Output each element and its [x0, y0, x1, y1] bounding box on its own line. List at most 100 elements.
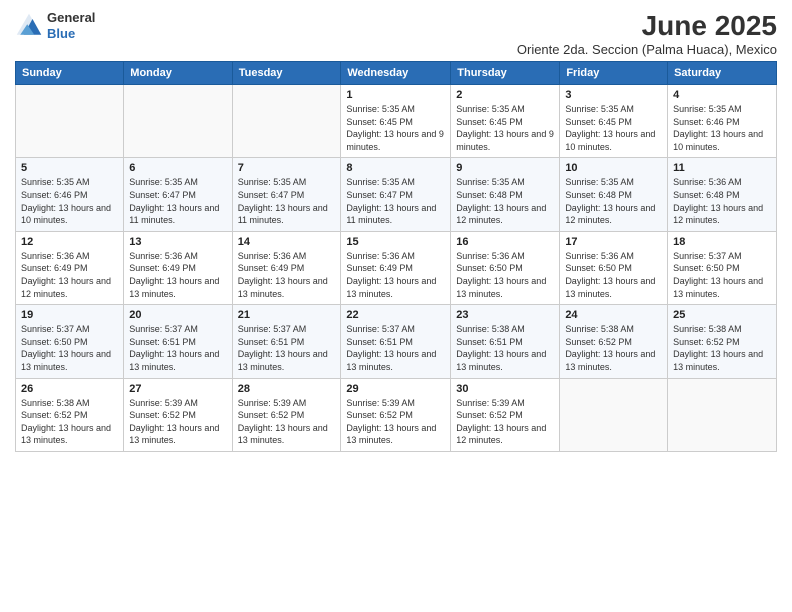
sunset: Sunset: 6:52 PM	[565, 337, 632, 347]
col-sunday: Sunday	[16, 62, 124, 85]
table-row: 5 Sunrise: 5:35 AM Sunset: 6:46 PM Dayli…	[16, 158, 777, 231]
sunrise: Sunrise: 5:35 AM	[565, 104, 634, 114]
day-info: Sunrise: 5:39 AM Sunset: 6:52 PM Dayligh…	[346, 397, 445, 447]
daylight: Daylight: 13 hours and 10 minutes.	[565, 129, 655, 152]
table-cell: 16 Sunrise: 5:36 AM Sunset: 6:50 PM Dayl…	[451, 231, 560, 304]
daylight: Daylight: 13 hours and 11 minutes.	[129, 203, 219, 226]
table-cell: 26 Sunrise: 5:38 AM Sunset: 6:52 PM Dayl…	[16, 378, 124, 451]
day-number: 7	[238, 162, 336, 174]
day-info: Sunrise: 5:39 AM Sunset: 6:52 PM Dayligh…	[456, 397, 554, 447]
table-row: 19 Sunrise: 5:37 AM Sunset: 6:50 PM Dayl…	[16, 305, 777, 378]
day-number: 10	[565, 162, 662, 174]
page: General Blue June 2025 Oriente 2da. Secc…	[0, 0, 792, 612]
table-cell: 28 Sunrise: 5:39 AM Sunset: 6:52 PM Dayl…	[232, 378, 341, 451]
table-cell: 11 Sunrise: 5:36 AM Sunset: 6:48 PM Dayl…	[668, 158, 777, 231]
logo-text: General Blue	[47, 10, 95, 41]
sunset: Sunset: 6:47 PM	[346, 190, 413, 200]
day-info: Sunrise: 5:37 AM Sunset: 6:51 PM Dayligh…	[129, 323, 226, 373]
day-info: Sunrise: 5:35 AM Sunset: 6:45 PM Dayligh…	[346, 103, 445, 153]
daylight: Daylight: 13 hours and 13 minutes.	[129, 349, 219, 372]
sunset: Sunset: 6:48 PM	[565, 190, 632, 200]
table-cell: 27 Sunrise: 5:39 AM Sunset: 6:52 PM Dayl…	[124, 378, 232, 451]
day-number: 25	[673, 309, 771, 321]
daylight: Daylight: 13 hours and 12 minutes.	[21, 276, 111, 299]
day-number: 18	[673, 236, 771, 248]
sunrise: Sunrise: 5:37 AM	[129, 324, 198, 334]
table-row: 1 Sunrise: 5:35 AM Sunset: 6:45 PM Dayli…	[16, 85, 777, 158]
logo: General Blue	[15, 10, 95, 41]
table-cell: 7 Sunrise: 5:35 AM Sunset: 6:47 PM Dayli…	[232, 158, 341, 231]
daylight: Daylight: 13 hours and 12 minutes.	[565, 203, 655, 226]
calendar-table: Sunday Monday Tuesday Wednesday Thursday…	[15, 61, 777, 452]
table-cell: 30 Sunrise: 5:39 AM Sunset: 6:52 PM Dayl…	[451, 378, 560, 451]
table-cell: 24 Sunrise: 5:38 AM Sunset: 6:52 PM Dayl…	[560, 305, 668, 378]
day-info: Sunrise: 5:36 AM Sunset: 6:50 PM Dayligh…	[565, 250, 662, 300]
day-info: Sunrise: 5:37 AM Sunset: 6:50 PM Dayligh…	[21, 323, 118, 373]
sunset: Sunset: 6:48 PM	[673, 190, 740, 200]
day-info: Sunrise: 5:37 AM Sunset: 6:51 PM Dayligh…	[238, 323, 336, 373]
sunset: Sunset: 6:49 PM	[346, 263, 413, 273]
day-info: Sunrise: 5:36 AM Sunset: 6:49 PM Dayligh…	[238, 250, 336, 300]
daylight: Daylight: 13 hours and 13 minutes.	[565, 276, 655, 299]
sunset: Sunset: 6:50 PM	[673, 263, 740, 273]
sunset: Sunset: 6:47 PM	[129, 190, 196, 200]
day-number: 22	[346, 309, 445, 321]
day-number: 12	[21, 236, 118, 248]
daylight: Daylight: 13 hours and 13 minutes.	[346, 276, 436, 299]
daylight: Daylight: 13 hours and 13 minutes.	[673, 276, 763, 299]
sunrise: Sunrise: 5:35 AM	[346, 177, 415, 187]
daylight: Daylight: 13 hours and 13 minutes.	[238, 349, 328, 372]
day-number: 14	[238, 236, 336, 248]
day-number: 23	[456, 309, 554, 321]
sunrise: Sunrise: 5:36 AM	[129, 251, 198, 261]
sunrise: Sunrise: 5:37 AM	[346, 324, 415, 334]
day-number: 8	[346, 162, 445, 174]
daylight: Daylight: 13 hours and 13 minutes.	[673, 349, 763, 372]
sunrise: Sunrise: 5:35 AM	[238, 177, 307, 187]
day-number: 15	[346, 236, 445, 248]
sunset: Sunset: 6:50 PM	[456, 263, 523, 273]
daylight: Daylight: 13 hours and 13 minutes.	[456, 349, 546, 372]
sunrise: Sunrise: 5:36 AM	[21, 251, 90, 261]
col-monday: Monday	[124, 62, 232, 85]
day-info: Sunrise: 5:35 AM Sunset: 6:45 PM Dayligh…	[456, 103, 554, 153]
sunset: Sunset: 6:51 PM	[238, 337, 305, 347]
day-number: 6	[129, 162, 226, 174]
table-cell: 8 Sunrise: 5:35 AM Sunset: 6:47 PM Dayli…	[341, 158, 451, 231]
table-cell: 18 Sunrise: 5:37 AM Sunset: 6:50 PM Dayl…	[668, 231, 777, 304]
sunrise: Sunrise: 5:35 AM	[456, 177, 525, 187]
day-info: Sunrise: 5:35 AM Sunset: 6:47 PM Dayligh…	[238, 176, 336, 226]
day-info: Sunrise: 5:35 AM Sunset: 6:46 PM Dayligh…	[673, 103, 771, 153]
day-number: 3	[565, 89, 662, 101]
day-number: 9	[456, 162, 554, 174]
sunset: Sunset: 6:45 PM	[346, 117, 413, 127]
day-info: Sunrise: 5:35 AM Sunset: 6:47 PM Dayligh…	[346, 176, 445, 226]
table-cell: 15 Sunrise: 5:36 AM Sunset: 6:49 PM Dayl…	[341, 231, 451, 304]
day-number: 21	[238, 309, 336, 321]
daylight: Daylight: 13 hours and 13 minutes.	[346, 349, 436, 372]
sunrise: Sunrise: 5:39 AM	[346, 398, 415, 408]
sunrise: Sunrise: 5:39 AM	[129, 398, 198, 408]
sunrise: Sunrise: 5:38 AM	[456, 324, 525, 334]
table-cell	[232, 85, 341, 158]
day-number: 27	[129, 383, 226, 395]
sunset: Sunset: 6:49 PM	[21, 263, 88, 273]
col-thursday: Thursday	[451, 62, 560, 85]
day-info: Sunrise: 5:38 AM Sunset: 6:52 PM Dayligh…	[565, 323, 662, 373]
table-row: 12 Sunrise: 5:36 AM Sunset: 6:49 PM Dayl…	[16, 231, 777, 304]
day-number: 13	[129, 236, 226, 248]
col-wednesday: Wednesday	[341, 62, 451, 85]
table-cell: 29 Sunrise: 5:39 AM Sunset: 6:52 PM Dayl…	[341, 378, 451, 451]
table-cell: 13 Sunrise: 5:36 AM Sunset: 6:49 PM Dayl…	[124, 231, 232, 304]
day-number: 2	[456, 89, 554, 101]
table-cell	[16, 85, 124, 158]
sunset: Sunset: 6:52 PM	[238, 410, 305, 420]
sunset: Sunset: 6:46 PM	[673, 117, 740, 127]
day-number: 26	[21, 383, 118, 395]
sunrise: Sunrise: 5:35 AM	[565, 177, 634, 187]
day-info: Sunrise: 5:38 AM Sunset: 6:52 PM Dayligh…	[673, 323, 771, 373]
table-cell: 20 Sunrise: 5:37 AM Sunset: 6:51 PM Dayl…	[124, 305, 232, 378]
table-cell: 19 Sunrise: 5:37 AM Sunset: 6:50 PM Dayl…	[16, 305, 124, 378]
calendar-header-row: Sunday Monday Tuesday Wednesday Thursday…	[16, 62, 777, 85]
sunset: Sunset: 6:50 PM	[565, 263, 632, 273]
